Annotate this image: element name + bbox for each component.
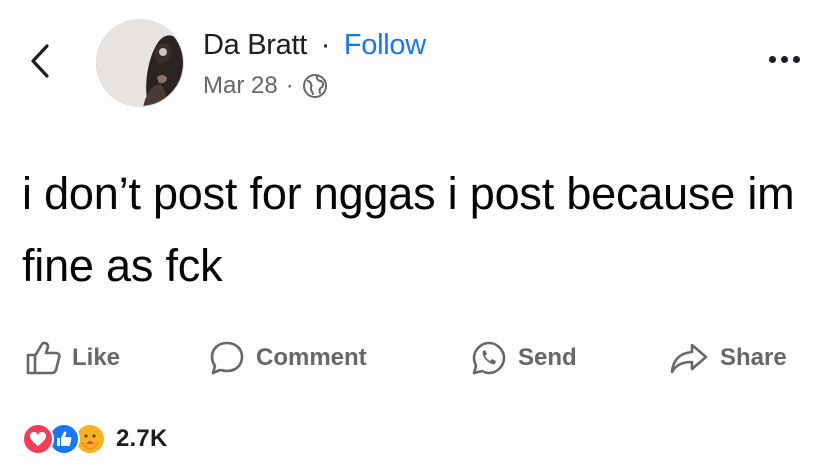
more-horizontal-icon — [781, 56, 788, 63]
comment-button[interactable]: Comment — [208, 332, 367, 384]
globe-icon — [302, 73, 328, 99]
love-icon — [22, 423, 54, 455]
post-date[interactable]: Mar 28 — [203, 70, 278, 102]
author-name[interactable]: Da Bratt — [203, 29, 307, 61]
send-label: Send — [518, 344, 577, 371]
whatsapp-icon — [472, 341, 506, 375]
post-text: i don’t post for nggas i post because im… — [22, 168, 795, 291]
author-separator: · — [320, 29, 331, 61]
more-horizontal-icon — [769, 56, 776, 63]
send-button[interactable]: Send — [470, 332, 577, 384]
share-button[interactable]: Share — [668, 332, 787, 384]
share-label: Share — [720, 344, 787, 371]
avatar[interactable] — [96, 19, 184, 107]
back-button[interactable] — [22, 36, 58, 86]
meta-separator: · — [285, 72, 294, 99]
chevron-left-icon — [31, 44, 49, 78]
action-bar: Like Comment Send Share — [0, 332, 828, 384]
profile-photo — [97, 20, 183, 106]
comment-label: Comment — [256, 344, 367, 371]
more-options-button[interactable] — [763, 50, 806, 69]
post-meta: Mar 28 · — [203, 70, 328, 102]
more-horizontal-icon — [793, 56, 800, 63]
share-icon — [670, 343, 708, 374]
like-button[interactable]: Like — [24, 332, 120, 384]
comment-icon — [210, 341, 244, 375]
author-line: Da Bratt · Follow — [203, 27, 426, 63]
reactions-summary[interactable]: 2.7K — [22, 422, 168, 456]
thumbs-up-icon — [26, 341, 61, 375]
like-label: Like — [72, 344, 121, 371]
follow-button[interactable]: Follow — [344, 29, 426, 61]
reaction-count: 2.7K — [116, 425, 168, 452]
